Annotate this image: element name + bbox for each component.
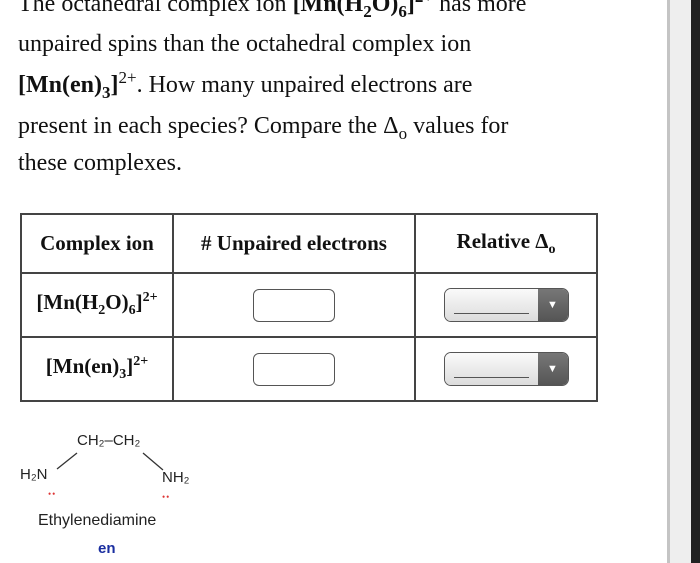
question-line: these complexes. (18, 150, 182, 176)
complex-ion-cell: [Mn(H2O)6]2+ (20, 272, 174, 338)
unpaired-input-mn-en[interactable] (253, 352, 335, 386)
header-unpaired: # Unpaired electrons (172, 213, 416, 274)
table-row: [Mn(H2O)6]2+ ▼ (20, 272, 598, 338)
complex-ion-cell: [Mn(en)3]2+ (20, 336, 174, 402)
relative-delta-select-mn-en[interactable]: ▼ (443, 352, 569, 386)
unpaired-cell (172, 272, 416, 338)
molecule-top: CH₂–CH₂ (77, 432, 141, 449)
question-line: present in each species? Compare the Δo … (18, 113, 509, 143)
relative-delta-select-mn-h2o[interactable]: ▼ (443, 288, 569, 322)
table-row: [Mn(en)3]2+ ▼ (20, 336, 598, 402)
dropdown-arrow-icon[interactable]: ▼ (537, 289, 568, 321)
unpaired-cell (172, 336, 416, 402)
window-edge (691, 0, 700, 563)
table-header-row: Complex ion # Unpaired electrons Relativ… (20, 213, 598, 274)
bond-lines (56, 452, 164, 471)
molecule-left: H₂N (20, 466, 48, 483)
question-line: [Mn(en)3]2+. How many unpaired electrons… (18, 68, 473, 102)
relative-cell: ▼ (414, 336, 598, 402)
header-complex-ion: Complex ion (20, 213, 174, 274)
molecule-abbrev: en (98, 540, 116, 557)
header-relative-delta: Relative Δo (414, 213, 598, 274)
dropdown-arrow-icon[interactable]: ▼ (537, 353, 568, 385)
lone-pair-left: •• (48, 489, 57, 499)
lone-pair-right: •• (162, 492, 171, 502)
molecule-right: NH₂ (162, 469, 190, 486)
unpaired-input-mn-h2o[interactable] (253, 288, 335, 322)
molecule-name: Ethylenediamine (38, 512, 157, 529)
question-line: The octahedral complex ion [Mn(H2O)6]2+ … (18, 0, 527, 21)
scrollbar-track[interactable] (670, 0, 691, 563)
relative-cell: ▼ (414, 272, 598, 338)
answer-table: Complex ion # Unpaired electrons Relativ… (20, 213, 598, 402)
question-line: unpaired spins than the octahedral compl… (18, 31, 472, 57)
